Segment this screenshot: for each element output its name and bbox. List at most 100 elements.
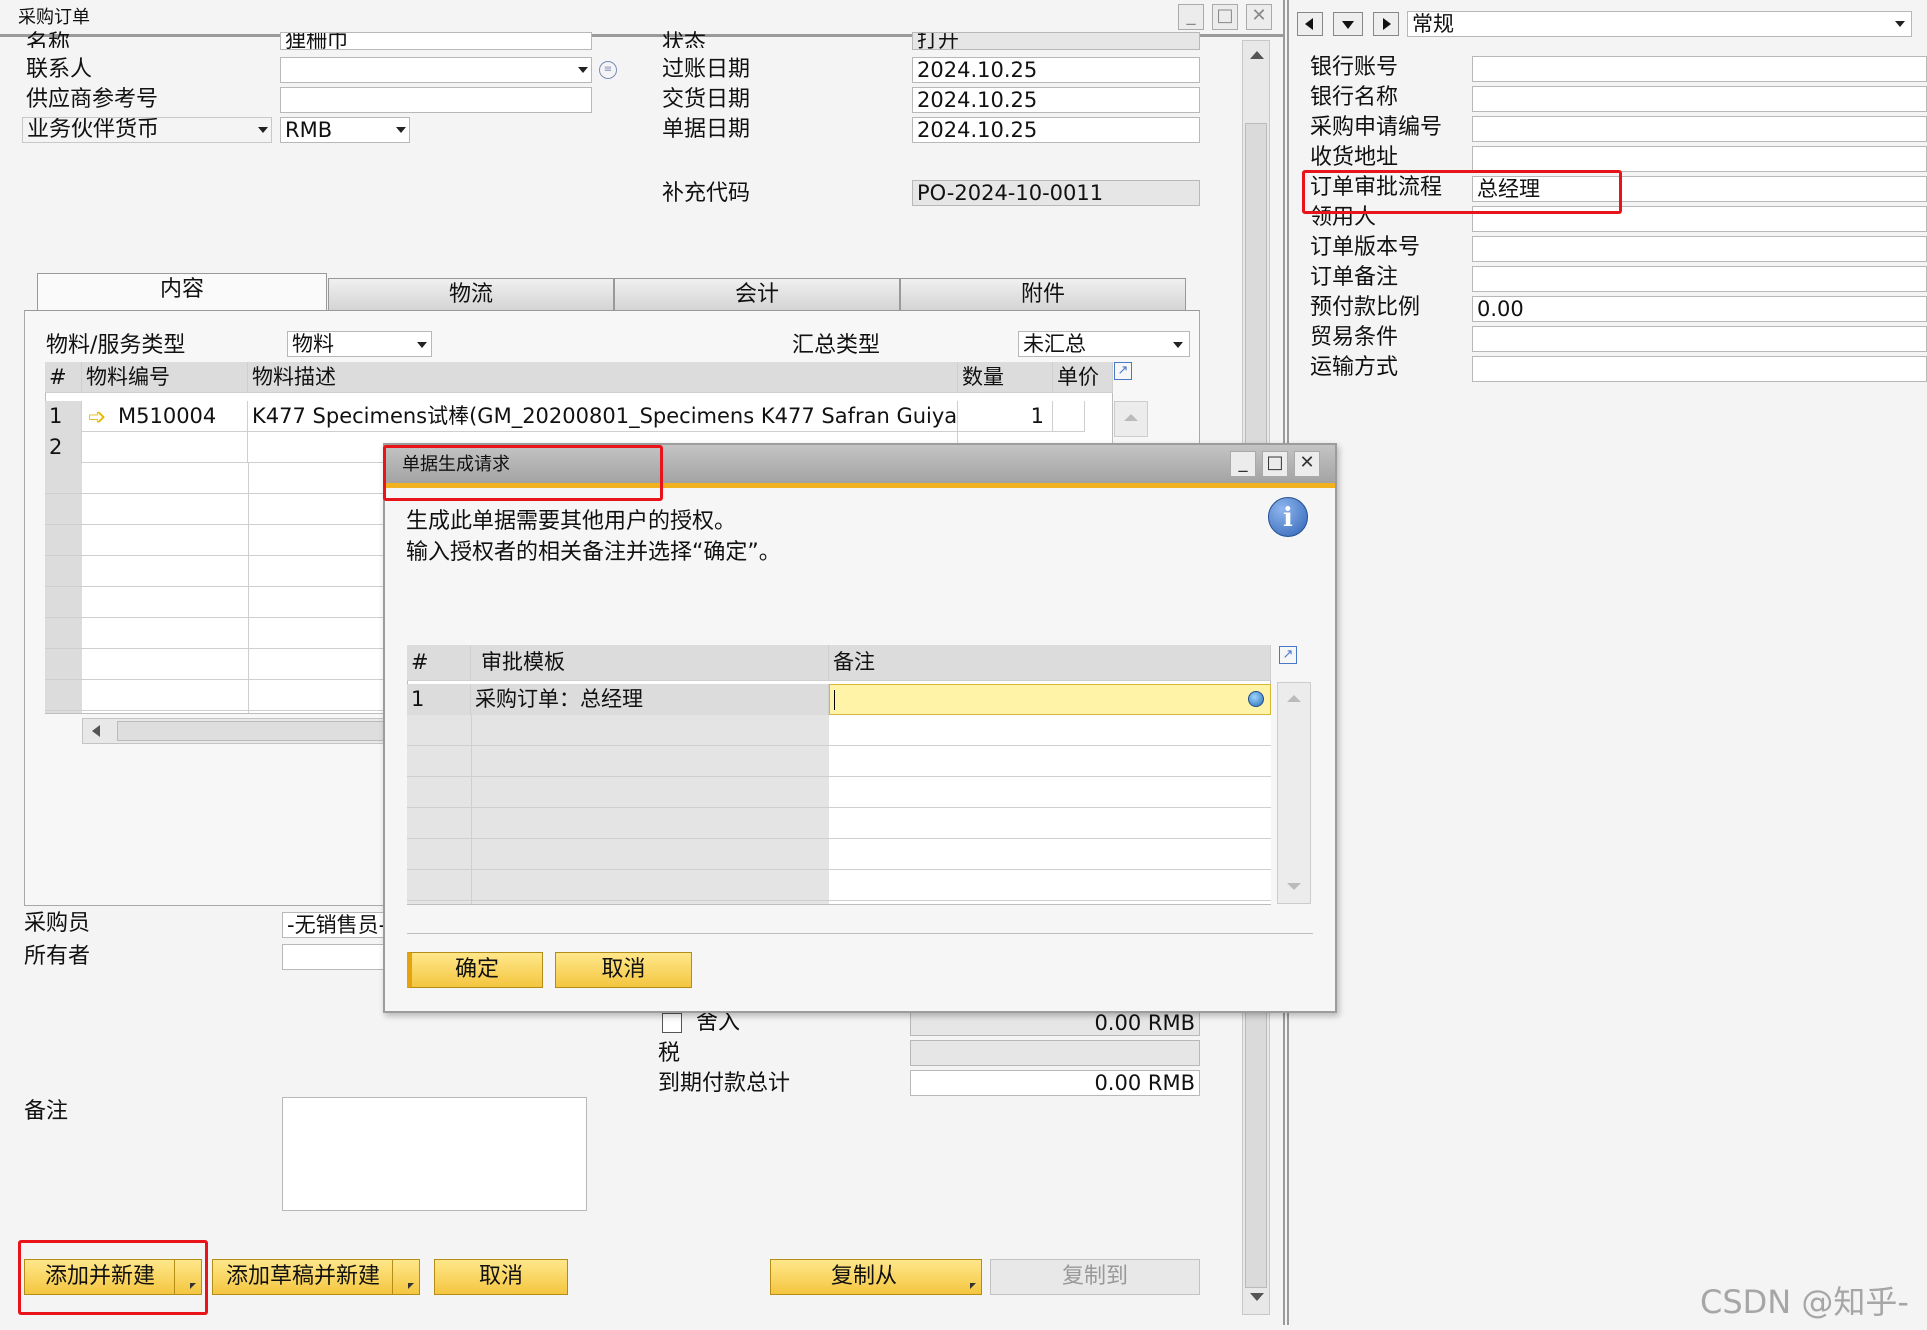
table-row[interactable]: 1 ➩ M510004 K477 Specimens试棒(GM_20200801… (45, 401, 1085, 432)
add-draft-dropdown[interactable] (392, 1260, 419, 1294)
doc-date-label: 单据日期 (662, 117, 751, 142)
price-cell[interactable] (1053, 401, 1085, 432)
udf-field-label: 订单备注 (1310, 265, 1399, 290)
posting-date-field[interactable]: 2024.10.25 (912, 57, 1200, 83)
copy-from-button[interactable]: 复制从 (770, 1259, 982, 1295)
chevron-down-icon (417, 342, 427, 348)
cancel-button[interactable]: 取消 (434, 1259, 568, 1295)
item-code-cell[interactable]: ➩ M510004 (82, 401, 248, 432)
expand-icon[interactable]: ↗ (1279, 646, 1297, 664)
scroll-down-icon[interactable] (1250, 1293, 1264, 1301)
udf-prev-icon[interactable] (1297, 12, 1323, 36)
details-icon[interactable]: ≡ (599, 61, 617, 79)
currency-type-select[interactable]: 业务伙伴货币 (22, 117, 272, 143)
col-item-code-header[interactable]: 物料编号 (82, 362, 248, 393)
expand-icon[interactable]: ↗ (1114, 362, 1132, 380)
contact-label: 联系人 (26, 57, 93, 82)
approval-grid-vscroll[interactable] (1277, 682, 1311, 904)
close-button[interactable]: ✕ (1246, 4, 1272, 30)
tax-label: 税 (658, 1041, 681, 1066)
supp-code-field[interactable]: PO-2024-10-0011 (912, 180, 1200, 206)
approval-template-cell: 采购订单：总经理 (471, 684, 829, 715)
udf-field-input[interactable]: 0.00 (1472, 296, 1927, 322)
owner-field[interactable] (282, 944, 392, 970)
contact-select[interactable] (280, 57, 592, 83)
link-arrow-icon[interactable]: ➩ (88, 403, 106, 432)
udf-field-input[interactable] (1472, 86, 1927, 112)
udf-field-label: 采购申请编号 (1310, 115, 1443, 140)
name-label: 名称 (26, 31, 71, 48)
grid-row-number-column (45, 463, 82, 713)
udf-field-input[interactable] (1472, 236, 1927, 262)
item-type-select[interactable]: 物料 (287, 331, 432, 357)
dialog-close-button[interactable]: ✕ (1294, 451, 1320, 477)
udf-field-label: 预付款比例 (1310, 295, 1421, 320)
udf-field-input[interactable] (1472, 146, 1927, 172)
dialog-message-line2: 输入授权者的相关备注并选择“确定”。 (406, 540, 781, 565)
grid-hscroll[interactable] (82, 718, 402, 744)
chevron-down-icon (1895, 21, 1905, 27)
posting-date-label: 过账日期 (662, 57, 751, 82)
qty-cell[interactable]: 1 (958, 401, 1053, 432)
udf-field-input[interactable] (1472, 356, 1927, 382)
approval-col-remark[interactable]: 备注 (829, 645, 1271, 681)
desc-cell[interactable]: K477 Specimens试棒(GM_20200801_Specimens K… (248, 401, 958, 432)
dialog-ok-button[interactable]: 确定 (407, 952, 543, 988)
dialog-cancel-button[interactable]: 取消 (555, 952, 692, 988)
udf-field-label: 运输方式 (1310, 355, 1399, 380)
chevron-down-icon (1173, 342, 1183, 348)
globe-icon[interactable] (1248, 691, 1264, 707)
approval-col-template[interactable]: 审批模板 (471, 645, 829, 681)
name-field[interactable]: 狸柵巾 (280, 32, 592, 50)
minimize-button[interactable]: _ (1178, 4, 1204, 30)
grid-vscroll[interactable] (1114, 401, 1148, 437)
udf-field-input[interactable] (1472, 56, 1927, 82)
copy-from-dropdown[interactable] (955, 1260, 981, 1294)
scroll-down-icon[interactable] (1287, 883, 1301, 890)
tab-accounting[interactable]: 会计 (614, 278, 900, 310)
scroll-up-icon[interactable] (1124, 414, 1138, 421)
col-price-header[interactable]: 单价 (1053, 362, 1113, 393)
chevron-down-icon (578, 67, 588, 73)
hscroll-thumb[interactable] (117, 721, 397, 741)
status-field: 打开 (912, 32, 1200, 50)
tab-attachments[interactable]: 附件 (900, 278, 1186, 310)
scroll-up-icon[interactable] (1250, 51, 1264, 59)
approval-remark-input[interactable] (829, 684, 1271, 715)
delivery-date-label: 交货日期 (662, 87, 751, 112)
udf-field-input[interactable] (1472, 326, 1927, 352)
maximize-button[interactable]: □ (1212, 4, 1238, 30)
tab-logistics[interactable]: 物流 (328, 278, 614, 310)
add-draft-and-new-button[interactable]: 添加草稿并新建 (212, 1259, 420, 1295)
item-code-cell[interactable] (82, 432, 248, 463)
buyer-select[interactable]: -无销售员- (282, 912, 392, 938)
total-due-label: 到期付款总计 (658, 1071, 791, 1096)
dialog-separator (407, 933, 1313, 934)
tab-content[interactable]: 内容 (37, 273, 327, 311)
udf-menu-icon[interactable] (1333, 12, 1363, 36)
vendor-ref-field[interactable] (280, 87, 592, 113)
scroll-left-icon[interactable] (92, 725, 100, 737)
col-desc-header[interactable]: 物料描述 (248, 362, 958, 393)
udf-field-input[interactable] (1472, 266, 1927, 292)
add-draft-and-new-label: 添加草稿并新建 (225, 1264, 380, 1289)
item-type-label: 物料/服务类型 (46, 333, 186, 358)
delivery-date-field[interactable]: 2024.10.25 (912, 87, 1200, 113)
remarks-textarea[interactable] (282, 1097, 587, 1211)
dialog-maximize-button[interactable]: □ (1262, 451, 1288, 477)
dialog-minimize-button[interactable]: _ (1230, 451, 1256, 477)
summary-type-select[interactable]: 未汇总 (1018, 331, 1190, 357)
udf-category-select[interactable]: 常规 (1407, 11, 1912, 37)
approval-row[interactable]: 1 采购订单：总经理 (407, 684, 1271, 715)
doc-date-field[interactable]: 2024.10.25 (912, 117, 1200, 143)
currency-select[interactable]: RMB (280, 117, 410, 143)
rounding-checkbox[interactable] (662, 1013, 682, 1033)
scroll-up-icon[interactable] (1287, 695, 1301, 702)
approval-grid-header: # 审批模板 备注 (407, 645, 1271, 681)
udf-next-icon[interactable] (1373, 12, 1399, 36)
row-number: 1 (45, 401, 82, 432)
udf-field-input[interactable] (1472, 116, 1927, 142)
udf-field-label: 订单版本号 (1310, 235, 1421, 260)
col-qty-header[interactable]: 数量 (958, 362, 1053, 393)
approval-grid-divider (471, 715, 472, 904)
